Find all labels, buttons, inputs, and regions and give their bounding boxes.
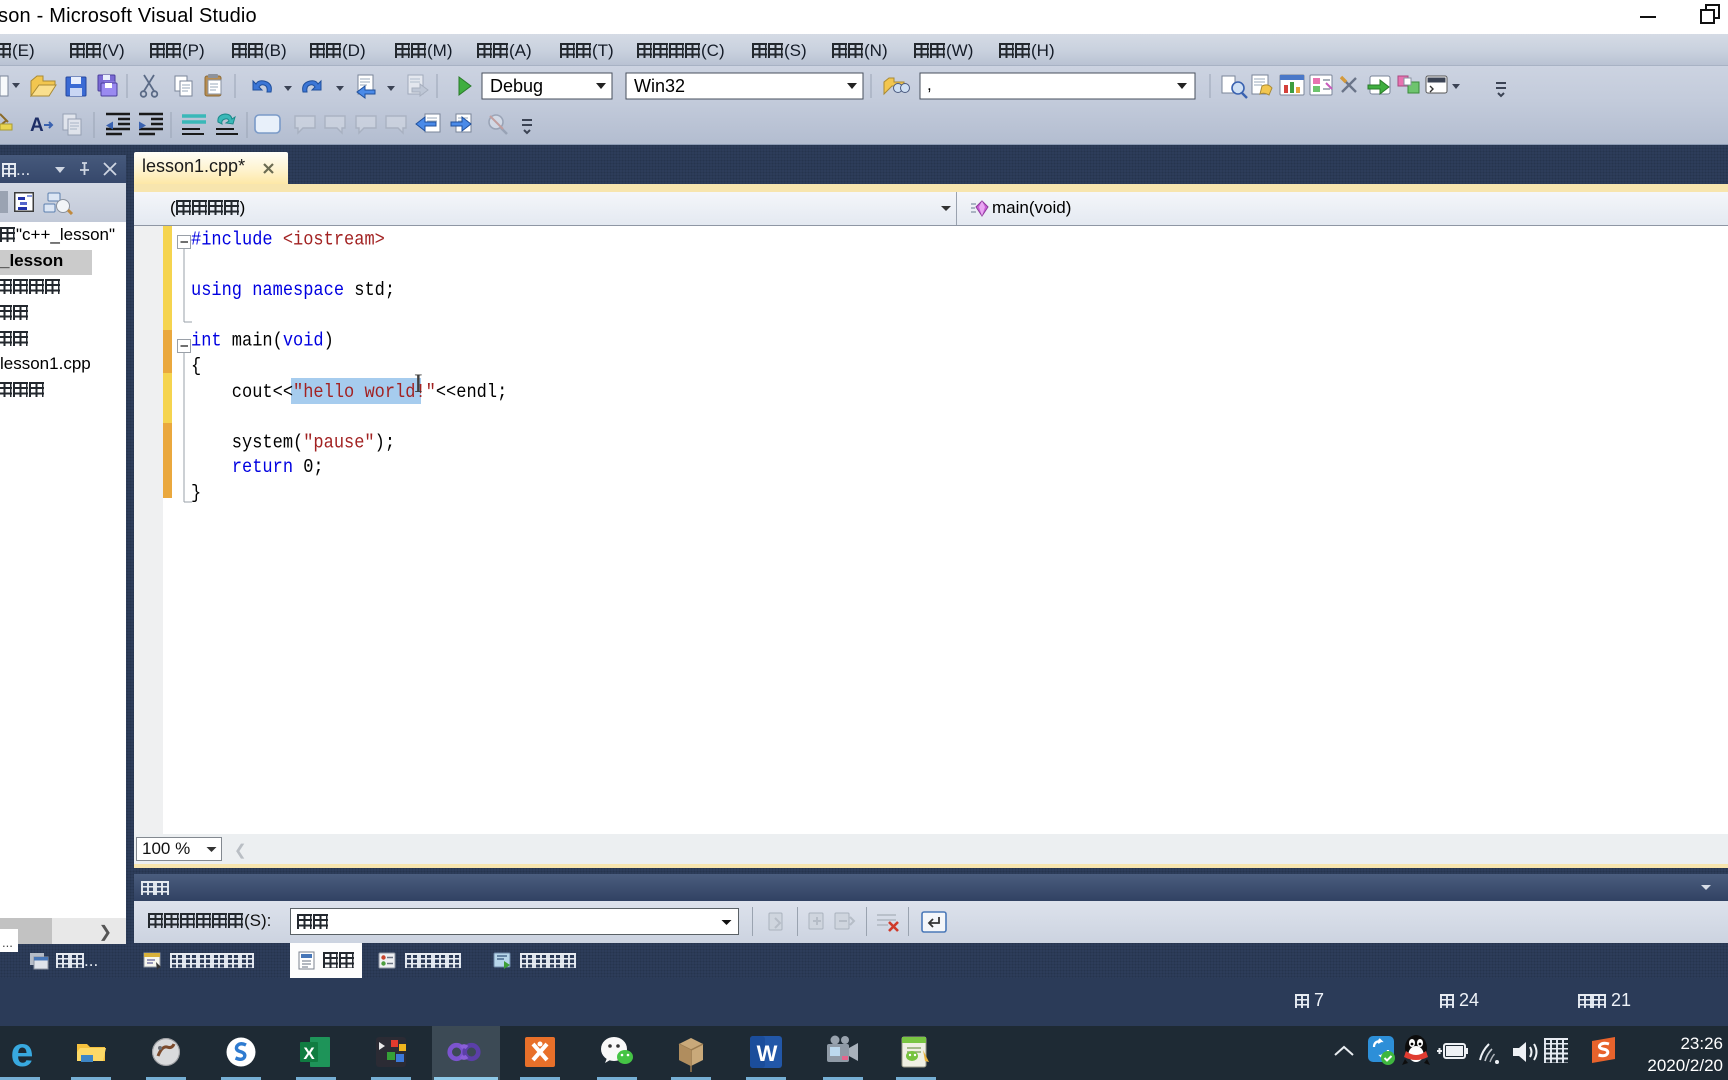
svg-text:Debug: Debug [490,76,543,96]
svg-text:Win32: Win32 [634,76,685,96]
svg-text:X: X [303,1044,315,1063]
svg-text:,: , [927,75,932,94]
svg-text:e: e [11,1032,34,1072]
svg-text:A: A [30,115,44,136]
svg-text:W: W [757,1041,778,1066]
